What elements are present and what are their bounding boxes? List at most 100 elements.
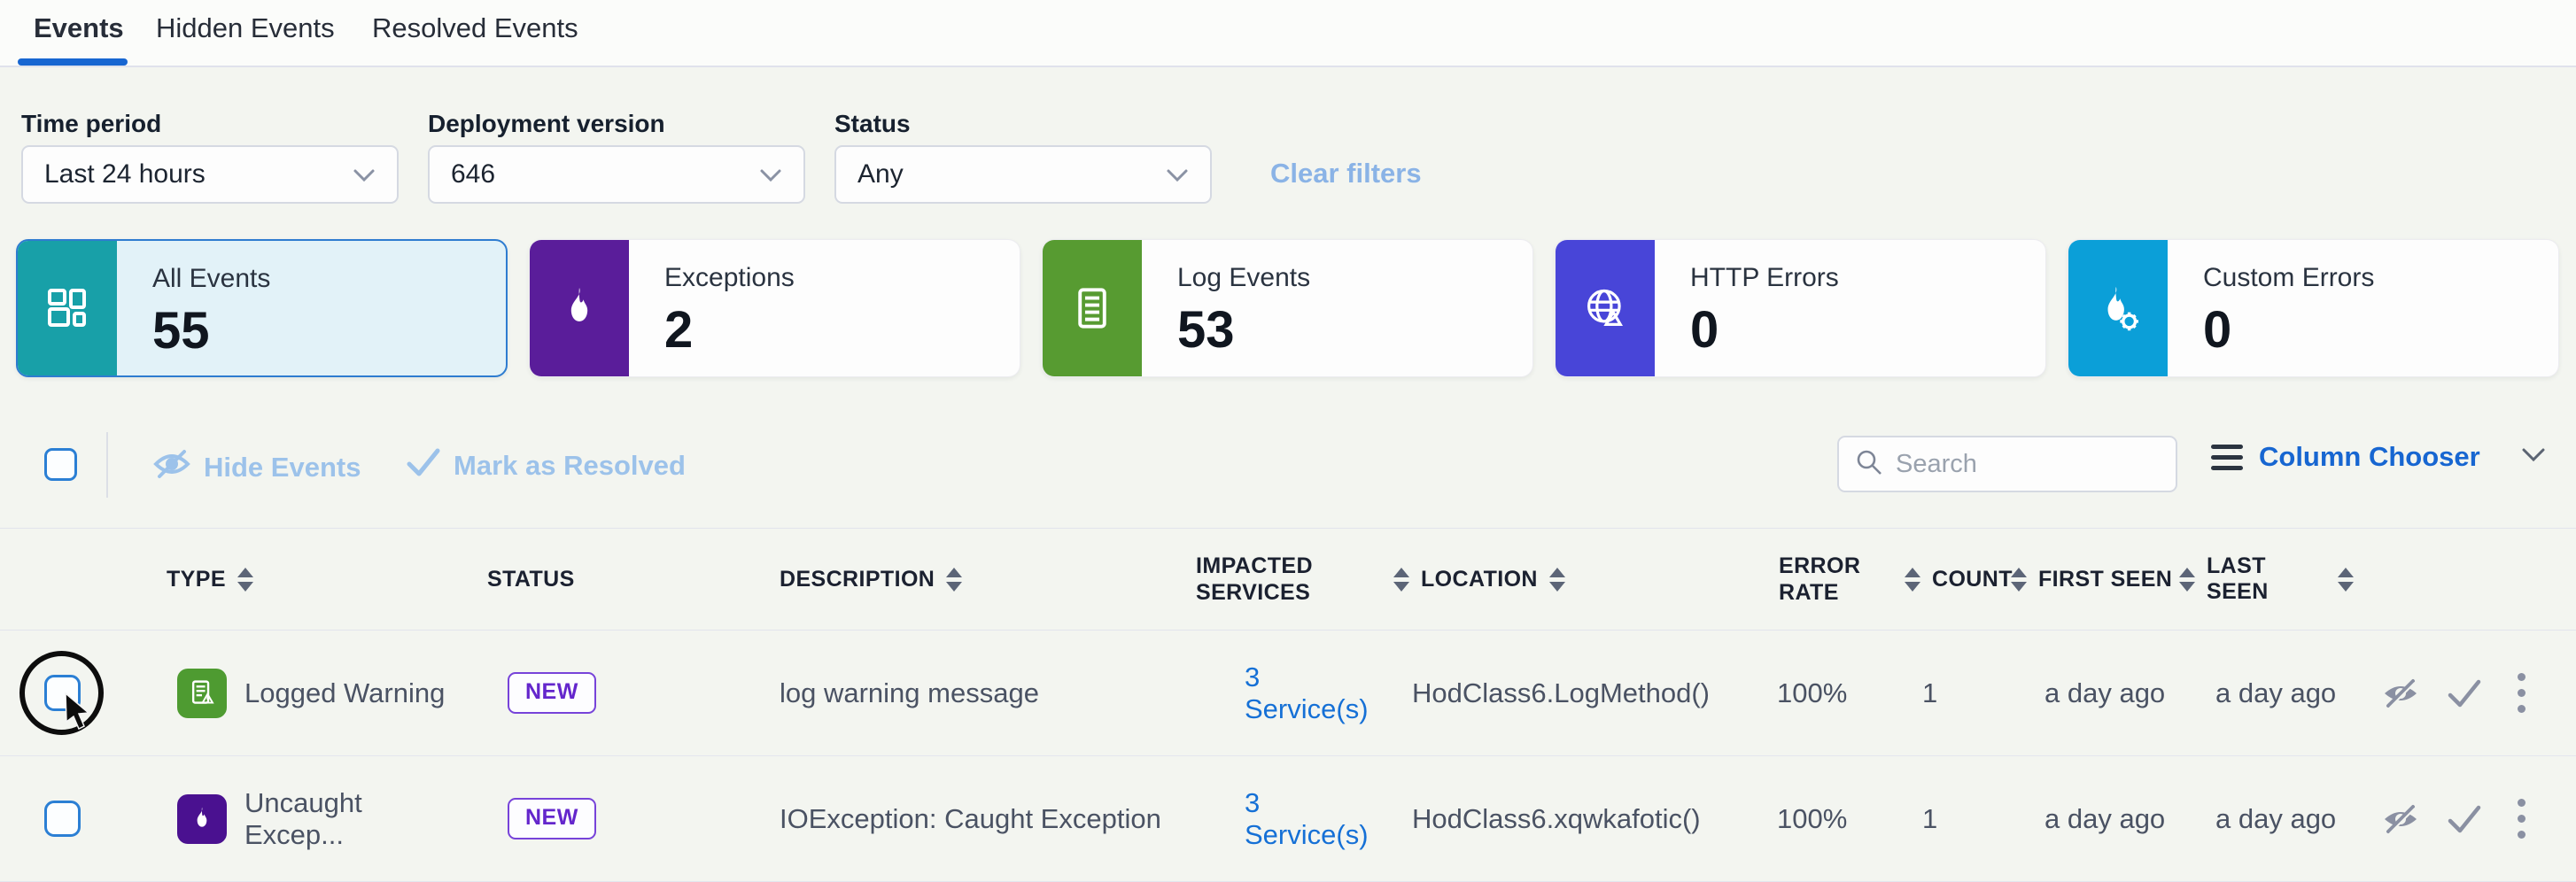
menu-icon — [2211, 445, 2243, 470]
event-type-label: Logged Warning — [244, 677, 445, 709]
uncaught-exception-icon — [177, 794, 227, 844]
column-label: LOCATION — [1421, 567, 1538, 592]
status-badge: NEW — [508, 672, 596, 714]
column-label: TYPE — [167, 567, 226, 592]
events-table: TYPE STATUS DESCRIPTION IMPACTED SERVICE… — [0, 528, 2576, 882]
flame-icon — [530, 240, 629, 376]
stat-cards: All Events 55 Exceptions 2 Log Events 53 — [16, 239, 2560, 377]
card-label: Exceptions — [664, 263, 795, 293]
clear-filters-button[interactable]: Clear filters — [1270, 158, 1422, 190]
flame-gear-icon — [2068, 240, 2168, 376]
tab-hidden-events[interactable]: Hidden Events — [156, 12, 335, 44]
kebab-menu-icon[interactable] — [2509, 669, 2534, 716]
column-header-status[interactable]: STATUS — [461, 567, 753, 592]
status-select[interactable]: Any — [834, 145, 1212, 204]
row-actions — [2365, 795, 2576, 842]
sort-icon[interactable] — [237, 568, 253, 592]
error-rate-cell: 100% — [1772, 803, 1905, 835]
column-header-first-seen[interactable]: FIRST SEEN — [2011, 567, 2179, 592]
mark-as-resolved-button[interactable]: Mark as Resolved — [406, 446, 686, 485]
select-all-checkbox[interactable] — [44, 448, 77, 481]
column-header-description[interactable]: DESCRIPTION — [753, 567, 1178, 592]
sort-icon[interactable] — [946, 568, 962, 592]
column-label: DESCRIPTION — [780, 567, 935, 592]
row-actions — [2365, 669, 2576, 716]
search-icon — [1855, 448, 1883, 481]
time-period-select[interactable]: Last 24 hours — [21, 145, 399, 204]
search-box — [1837, 436, 2177, 492]
last-seen-cell: a day ago — [2179, 677, 2365, 709]
card-value: 53 — [1177, 300, 1310, 360]
row-checkbox[interactable] — [44, 801, 81, 837]
services-link[interactable]: 3 Service(s) — [1245, 662, 1369, 724]
deployment-version-value: 646 — [451, 159, 495, 190]
active-tab-indicator — [18, 58, 128, 66]
status-cell: NEW — [461, 798, 753, 839]
row-checkbox-cell — [0, 675, 133, 711]
status-badge: NEW — [508, 798, 596, 839]
column-header-last-seen[interactable]: LAST SEEN — [2179, 553, 2365, 605]
chevron-down-icon — [353, 159, 376, 190]
chevron-down-icon — [2521, 447, 2546, 467]
table-toolbar: Hide Events Mark as Resolved Column Choo… — [0, 429, 2576, 510]
column-header-error-rate[interactable]: ERROR RATE — [1772, 553, 1905, 606]
sort-icon[interactable] — [2338, 568, 2354, 592]
last-seen-cell: a day ago — [2179, 803, 2365, 835]
hide-events-button[interactable]: Hide Events — [152, 446, 361, 489]
kebab-menu-icon[interactable] — [2509, 795, 2534, 842]
services-link[interactable]: 3 Service(s) — [1245, 787, 1369, 850]
card-value: 2 — [664, 300, 795, 360]
column-header-type[interactable]: TYPE — [133, 567, 461, 592]
table-row[interactable]: Logged Warning NEW log warning message 3… — [0, 631, 2576, 756]
resolve-check-icon[interactable] — [2447, 803, 2482, 835]
card-value: 0 — [1690, 300, 1839, 360]
status-label: Status — [834, 110, 911, 138]
column-label: ERROR RATE — [1779, 553, 1905, 606]
sort-icon[interactable] — [2179, 568, 2195, 592]
resolve-check-icon[interactable] — [2447, 677, 2482, 709]
count-cell: 1 — [1905, 803, 2011, 835]
card-label: HTTP Errors — [1690, 263, 1839, 293]
first-seen-cell: a day ago — [2011, 803, 2179, 835]
check-icon — [406, 446, 441, 485]
sort-icon[interactable] — [1905, 568, 1920, 592]
tab-resolved-events[interactable]: Resolved Events — [372, 12, 578, 44]
description-cell: IOException: Caught Exception — [753, 803, 1178, 835]
divider — [106, 432, 108, 498]
event-type-cell: Uncaught Excep... — [133, 787, 461, 851]
status-value: Any — [857, 159, 904, 190]
column-header-location[interactable]: LOCATION — [1382, 567, 1772, 592]
row-checkbox-cell — [0, 801, 133, 837]
sort-icon[interactable] — [2011, 568, 2027, 592]
tab-events[interactable]: Events — [34, 12, 124, 44]
column-header-impacted-services[interactable]: IMPACTED SERVICES — [1178, 553, 1382, 606]
chevron-down-icon — [1166, 159, 1189, 190]
impacted-services-cell: 3 Service(s) — [1178, 662, 1382, 725]
sort-icon[interactable] — [1549, 568, 1565, 592]
logged-warning-icon — [177, 669, 227, 718]
column-label: COUNT — [1932, 567, 2013, 592]
card-custom-errors[interactable]: Custom Errors 0 — [2068, 239, 2559, 377]
search-input[interactable] — [1896, 450, 2160, 479]
column-chooser-label: Column Chooser — [2259, 441, 2480, 473]
eye-slash-icon[interactable] — [2381, 801, 2420, 837]
card-exceptions[interactable]: Exceptions 2 — [529, 239, 1020, 377]
first-seen-cell: a day ago — [2011, 677, 2179, 709]
log-document-icon — [1043, 240, 1142, 376]
table-row[interactable]: Uncaught Excep... NEW IOException: Caugh… — [0, 756, 2576, 882]
card-label: All Events — [152, 264, 270, 294]
card-log-events[interactable]: Log Events 53 — [1042, 239, 1533, 377]
row-checkbox[interactable] — [44, 675, 81, 711]
column-chooser-button[interactable]: Column Chooser — [2211, 441, 2546, 473]
card-all-events[interactable]: All Events 55 — [16, 239, 508, 377]
column-header-count[interactable]: COUNT — [1905, 567, 2011, 592]
dashboard-grid-icon — [18, 241, 117, 375]
eye-slash-icon[interactable] — [2381, 676, 2420, 711]
impacted-services-cell: 3 Service(s) — [1178, 787, 1382, 851]
time-period-value: Last 24 hours — [44, 159, 206, 190]
deployment-version-select[interactable]: 646 — [428, 145, 805, 204]
card-http-errors[interactable]: HTTP Errors 0 — [1555, 239, 2046, 377]
sort-icon[interactable] — [1393, 568, 1409, 592]
time-period-label: Time period — [21, 110, 161, 138]
column-label: IMPACTED SERVICES — [1196, 553, 1338, 606]
